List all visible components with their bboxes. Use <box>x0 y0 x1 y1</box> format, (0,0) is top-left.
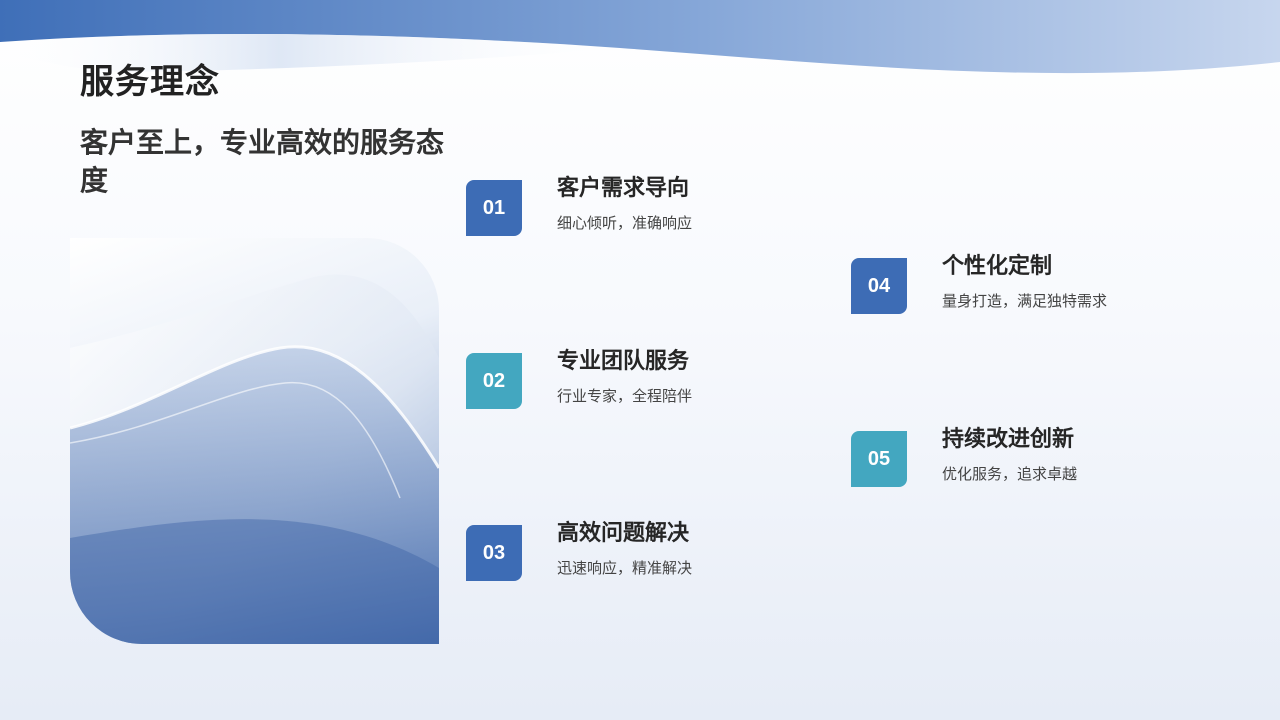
number-badge: 03 <box>466 525 522 581</box>
item-description: 优化服务，追求卓越 <box>942 465 1078 483</box>
item-title: 专业团队服务 <box>557 349 690 374</box>
item-title: 持续改进创新 <box>942 427 1075 452</box>
service-item-5: 05 持续改进创新 优化服务，追求卓越 <box>851 427 1211 491</box>
item-description: 行业专家，全程陪伴 <box>557 387 693 405</box>
item-title: 客户需求导向 <box>557 176 690 201</box>
hero-wave-image <box>70 238 439 644</box>
item-description: 迅速响应，精准解决 <box>557 559 693 577</box>
number-badge: 01 <box>466 180 522 236</box>
service-item-3: 03 高效问题解决 迅速响应，精准解决 <box>466 521 826 585</box>
silk-wave-graphic <box>70 274 439 644</box>
service-item-1: 01 客户需求导向 细心倾听，准确响应 <box>466 176 826 240</box>
item-title: 个性化定制 <box>942 254 1053 279</box>
number-badge: 02 <box>466 353 522 409</box>
page-title: 服务理念 <box>80 62 220 102</box>
slide: 服务理念 客户至上，专业高效的服务态度 01 客户需求导向 细心倾听，准确响应 … <box>0 0 1280 720</box>
item-title: 高效问题解决 <box>557 521 690 546</box>
service-item-4: 04 个性化定制 量身打造，满足独特需求 <box>851 254 1211 318</box>
service-item-2: 02 专业团队服务 行业专家，全程陪伴 <box>466 349 826 413</box>
item-description: 细心倾听，准确响应 <box>557 214 693 232</box>
number-badge: 05 <box>851 431 907 487</box>
number-badge: 04 <box>851 258 907 314</box>
item-description: 量身打造，满足独特需求 <box>942 292 1108 310</box>
page-subtitle: 客户至上，专业高效的服务态度 <box>80 126 445 197</box>
